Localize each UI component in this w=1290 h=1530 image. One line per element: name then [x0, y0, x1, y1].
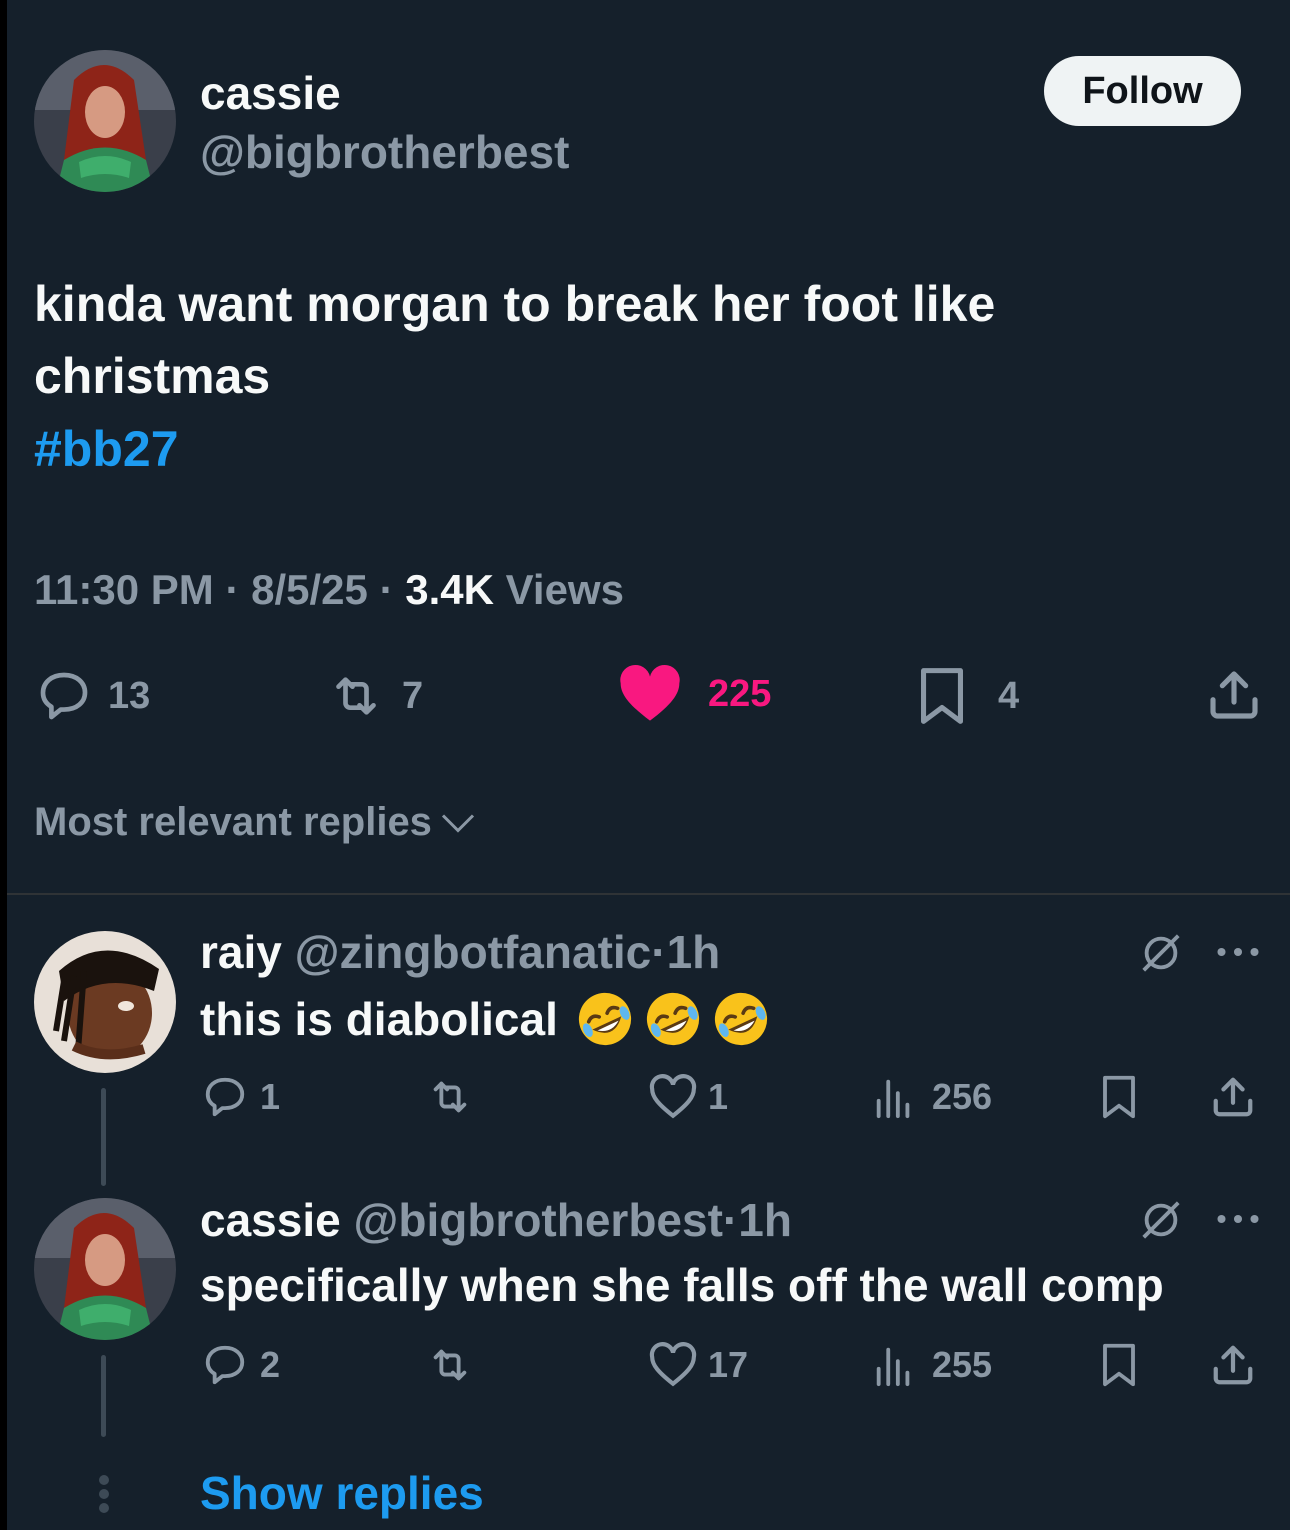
- chevron-down-icon: [441, 813, 474, 833]
- bookmark-action[interactable]: 4: [914, 666, 1019, 726]
- retweet-icon: [336, 677, 376, 715]
- reply-author-name[interactable]: raiy: [200, 926, 282, 978]
- reply-text: specifically when she falls off the wall…: [200, 1258, 1164, 1312]
- author-handle[interactable]: @bigbrotherbest: [200, 125, 569, 179]
- thread-dots-icon: [99, 1475, 109, 1513]
- meta-dot: ·: [225, 566, 240, 613]
- share-icon[interactable]: [1210, 1073, 1256, 1121]
- heart-icon: [649, 1074, 697, 1119]
- tweet-time: 11:30 PM: [34, 566, 214, 613]
- more-icon[interactable]: [1216, 1207, 1260, 1231]
- reply-reply-action[interactable]: 2: [200, 1342, 280, 1388]
- meta-dot: ·: [379, 566, 394, 613]
- left-edge: [0, 0, 7, 1530]
- reply-retweet-action[interactable]: [422, 1074, 478, 1120]
- reply-reply-action[interactable]: 1: [200, 1074, 280, 1120]
- reply-author-handle[interactable]: @zingbotfanatic: [295, 926, 652, 978]
- reply-icon: [205, 1345, 245, 1385]
- reply-icon: [205, 1077, 245, 1117]
- reply-text: this is diabolical: [200, 990, 770, 1048]
- retweet-action[interactable]: 7: [324, 668, 423, 724]
- reply-like-action[interactable]: 17: [648, 1342, 748, 1388]
- reply-like-count: 1: [708, 1076, 729, 1117]
- meta-dot: ·: [651, 926, 667, 978]
- thread-line: [101, 1355, 106, 1437]
- views-icon: [876, 1347, 910, 1387]
- reply-views-count: 256: [932, 1076, 993, 1117]
- views-icon: [876, 1079, 910, 1119]
- reply-text-content: specifically when she falls off the wall…: [200, 1259, 1164, 1311]
- reply-avatar-raiy[interactable]: [34, 931, 176, 1073]
- reply-views-action[interactable]: 255: [874, 1342, 992, 1388]
- grok-icon[interactable]: [1138, 930, 1184, 976]
- bookmark-icon[interactable]: [1098, 1341, 1140, 1389]
- like-action[interactable]: 225: [618, 664, 771, 724]
- rofl-emoji: [578, 992, 631, 1046]
- bookmark-icon[interactable]: [1098, 1073, 1140, 1121]
- share-icon[interactable]: [1210, 1341, 1256, 1389]
- reply-action[interactable]: 13: [34, 668, 150, 724]
- reply-header: cassie @bigbrotherbest·1h: [200, 1193, 792, 1247]
- tweet-text-line-1: kinda want morgan to break her foot like: [34, 276, 996, 332]
- show-replies-link[interactable]: Show replies: [200, 1466, 484, 1520]
- reply-like-action[interactable]: 1: [648, 1074, 728, 1120]
- reply-views-count: 255: [932, 1344, 993, 1385]
- reply-avatar-cassie[interactable]: [34, 1198, 176, 1340]
- reply-icon: [40, 672, 88, 720]
- section-divider: [7, 893, 1290, 895]
- author-avatar[interactable]: [34, 50, 176, 192]
- author-name[interactable]: cassie: [200, 66, 341, 120]
- more-icon[interactable]: [1216, 940, 1260, 964]
- reply-author-handle[interactable]: @bigbrotherbest: [353, 1194, 722, 1246]
- reply-time[interactable]: 1h: [667, 926, 721, 978]
- tweet-date: 8/5/25: [251, 566, 368, 613]
- views-label: Views: [505, 566, 624, 613]
- retweet-icon: [433, 1349, 467, 1381]
- reply-header: raiy @zingbotfanatic·1h: [200, 925, 720, 979]
- thread-line: [101, 1088, 106, 1186]
- reply-text-content: this is diabolical: [200, 993, 558, 1045]
- reply-time[interactable]: 1h: [738, 1194, 792, 1246]
- views-count: 3.4K: [405, 566, 494, 613]
- sort-label: Most relevant replies: [34, 800, 432, 844]
- reply-reply-count: 2: [260, 1344, 281, 1385]
- tweet-text-line-2: christmas: [34, 348, 271, 404]
- heart-icon: [649, 1342, 697, 1387]
- reply-like-count: 17: [708, 1344, 749, 1385]
- rofl-emoji: [714, 992, 767, 1046]
- meta-dot: ·: [722, 1194, 739, 1246]
- rofl-emoji: [646, 992, 699, 1046]
- like-count: 225: [708, 672, 772, 715]
- share-icon: [1210, 671, 1258, 719]
- retweet-icon: [433, 1081, 467, 1113]
- hashtag-link[interactable]: #bb27: [34, 420, 179, 478]
- retweet-count: 7: [402, 674, 424, 717]
- grok-icon[interactable]: [1138, 1197, 1184, 1243]
- reply-views-action[interactable]: 256: [874, 1074, 992, 1120]
- reply-count: 13: [108, 674, 151, 717]
- bookmark-icon: [921, 668, 963, 724]
- follow-button[interactable]: Follow: [1044, 56, 1241, 126]
- bookmark-count: 4: [998, 674, 1020, 717]
- heart-icon: [620, 664, 680, 721]
- tweet-meta: 11:30 PM · 8/5/25 · 3.4K Views: [34, 566, 624, 614]
- reply-author-name[interactable]: cassie: [200, 1194, 341, 1246]
- reply-reply-count: 1: [260, 1076, 281, 1117]
- sort-replies-dropdown[interactable]: Most relevant replies: [34, 800, 476, 845]
- share-action[interactable]: [1206, 666, 1262, 724]
- reply-retweet-action[interactable]: [422, 1342, 478, 1388]
